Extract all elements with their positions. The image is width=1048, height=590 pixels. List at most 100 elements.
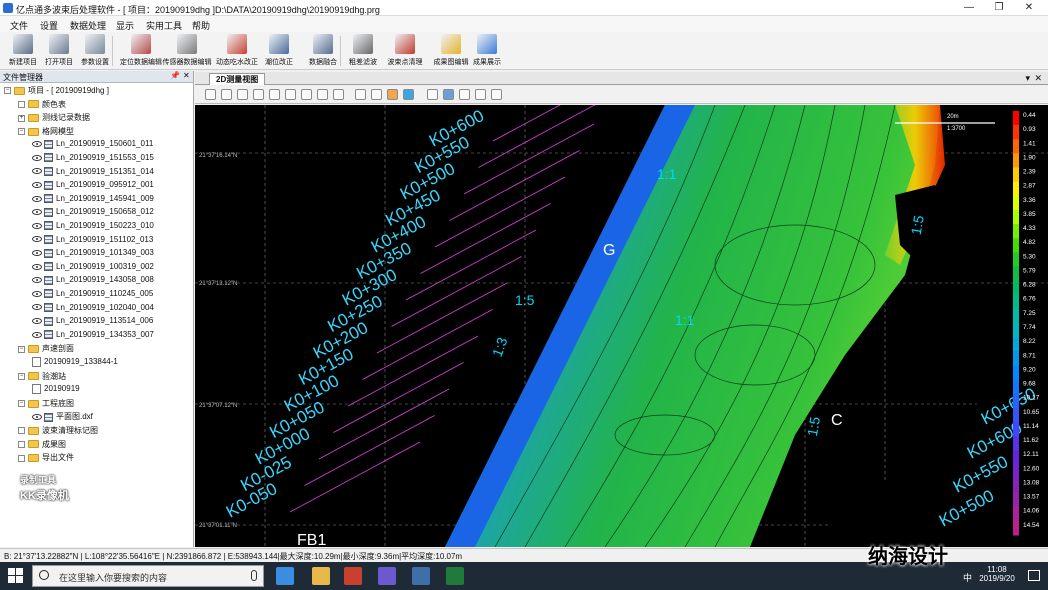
- rotate-icon[interactable]: [301, 89, 312, 100]
- visibility-eye-icon[interactable]: [32, 195, 42, 202]
- minimize-button[interactable]: —: [954, 0, 984, 16]
- expand-toggle-icon[interactable]: −: [18, 128, 25, 136]
- windows-start-icon[interactable]: [8, 568, 24, 584]
- open-project-button[interactable]: 打开项目: [42, 34, 76, 68]
- tree-item[interactable]: 20190919_133844-1: [32, 357, 118, 370]
- sensor-edit-button[interactable]: 传感器数据编辑: [160, 34, 214, 68]
- visibility-eye-icon[interactable]: [32, 182, 42, 189]
- tree-item[interactable]: Ln_20190919_143058_008: [32, 275, 154, 288]
- export-image-icon[interactable]: [475, 89, 486, 100]
- visibility-eye-icon[interactable]: [32, 263, 42, 270]
- clock-time[interactable]: 11:08: [974, 565, 1020, 574]
- tree-item[interactable]: Ln_20190919_145941_009: [32, 194, 154, 207]
- visibility-eye-icon[interactable]: [32, 168, 42, 175]
- select-arrow-icon[interactable]: [355, 89, 366, 100]
- pin-icon[interactable]: 📌: [170, 71, 180, 80]
- taskbar-search[interactable]: 在这里输入你要搜索的内容: [32, 565, 264, 587]
- beam-clean-button[interactable]: 波束点清理: [382, 34, 428, 68]
- expand-toggle-icon[interactable]: [18, 454, 25, 462]
- ime-indicator[interactable]: 中: [963, 571, 972, 584]
- settings-small-icon[interactable]: [491, 89, 502, 100]
- visibility-eye-icon[interactable]: [32, 414, 42, 421]
- close-view-icon[interactable]: ✕: [1034, 73, 1042, 84]
- visibility-eye-icon[interactable]: [32, 141, 42, 148]
- zoom-full-icon[interactable]: [253, 89, 264, 100]
- excel-icon[interactable]: [446, 567, 464, 585]
- tree-item[interactable]: Ln_20190919_150601_011: [32, 139, 153, 152]
- app-multibeam-icon[interactable]: [344, 567, 362, 585]
- tree-item[interactable]: Ln_20190919_151351_014: [32, 167, 154, 180]
- tree-folder[interactable]: − 格网模型: [18, 126, 74, 139]
- app-window-icon[interactable]: [412, 567, 430, 585]
- position-edit-button[interactable]: 定位数据编辑: [118, 34, 164, 68]
- menu-utilities[interactable]: 实用工具: [146, 19, 182, 32]
- tree-item[interactable]: Ln_20190919_151102_013: [32, 235, 153, 248]
- menu-help[interactable]: 帮助: [192, 19, 210, 32]
- tree-item[interactable]: Ln_20190919_113514_006: [32, 316, 153, 329]
- color-icon[interactable]: [403, 89, 414, 100]
- tree-folder[interactable]: 成果图: [18, 439, 66, 452]
- tree-item[interactable]: Ln_20190919_095912_001: [32, 180, 154, 193]
- contour-icon[interactable]: [387, 89, 398, 100]
- tree-folder[interactable]: + 测线记录数据: [18, 112, 90, 125]
- zoom-prev-icon[interactable]: [333, 89, 344, 100]
- visibility-eye-icon[interactable]: [32, 250, 42, 257]
- filter-button[interactable]: 粗差滤波: [346, 34, 380, 68]
- menu-display[interactable]: 显示: [116, 19, 134, 32]
- tide-correction-button[interactable]: 潮位改正: [262, 34, 296, 68]
- result-display-button[interactable]: 成果展示: [470, 34, 504, 68]
- tree-item[interactable]: Ln_20190919_100319_002: [32, 262, 154, 275]
- tree-item[interactable]: Ln_20190919_101349_003: [32, 248, 154, 261]
- maximize-button[interactable]: ❐: [984, 0, 1014, 16]
- task-view-icon[interactable]: [276, 567, 294, 585]
- layer-icon[interactable]: [427, 89, 438, 100]
- tree-item[interactable]: 平面图.dxf: [32, 411, 93, 424]
- expand-toggle-icon[interactable]: [18, 100, 25, 108]
- tree-folder[interactable]: − 验潮站: [18, 371, 66, 384]
- table-view-icon[interactable]: [459, 89, 470, 100]
- map-view[interactable]: K0+600 K0+550 K0+500 K0+450 K0+400 K0+350 K0+3…: [195, 105, 1048, 547]
- paint-icon[interactable]: [378, 567, 396, 585]
- zoom-out-icon[interactable]: [221, 89, 232, 100]
- tree-folder[interactable]: 波束清理标记图: [18, 425, 98, 438]
- menu-data-processing[interactable]: 数据处理: [70, 19, 106, 32]
- tree-item[interactable]: Ln_20190919_134353_007: [32, 330, 154, 343]
- tree-folder[interactable]: − 工程底图: [18, 398, 74, 411]
- tree-item[interactable]: Ln_20190919_110245_005: [32, 289, 153, 302]
- notification-icon[interactable]: [1028, 570, 1040, 581]
- expand-toggle-icon[interactable]: −: [18, 345, 25, 353]
- tree-folder[interactable]: 颜色表: [18, 99, 66, 112]
- tree-folder[interactable]: 导出文件: [18, 452, 74, 465]
- grid-view-icon[interactable]: [443, 89, 454, 100]
- draft-correction-button[interactable]: 动态吃水改正: [214, 34, 260, 68]
- visibility-eye-icon[interactable]: [32, 222, 42, 229]
- tree-item[interactable]: 20190919: [32, 384, 80, 397]
- expand-toggle-icon[interactable]: [18, 440, 25, 448]
- tree-item[interactable]: Ln_20190919_151553_015: [32, 153, 154, 166]
- visibility-eye-icon[interactable]: [32, 290, 42, 297]
- menu-file[interactable]: 文件: [10, 19, 28, 32]
- visibility-eye-icon[interactable]: [32, 304, 42, 311]
- expand-toggle-icon[interactable]: −: [18, 400, 25, 408]
- tree-folder[interactable]: − 项目 - [ 20190919dhg ]: [4, 85, 109, 98]
- tab-2d-view[interactable]: 2D测量视图: [209, 73, 266, 85]
- settings-button[interactable]: 参数设置: [78, 34, 112, 68]
- query-icon[interactable]: [371, 89, 382, 100]
- tree-item[interactable]: Ln_20190919_102040_004: [32, 303, 154, 316]
- visibility-eye-icon[interactable]: [32, 209, 42, 216]
- tree-folder[interactable]: − 声速剖面: [18, 343, 74, 356]
- close-panel-icon[interactable]: ✕: [183, 71, 190, 80]
- result-map-button[interactable]: 成果图编辑: [428, 34, 474, 68]
- data-merge-button[interactable]: 数据融合: [306, 34, 340, 68]
- visibility-eye-icon[interactable]: [32, 331, 42, 338]
- zoom-window-icon[interactable]: [237, 89, 248, 100]
- clock-date[interactable]: 2019/9/20: [974, 574, 1020, 583]
- measure-icon[interactable]: [285, 89, 296, 100]
- visibility-eye-icon[interactable]: [32, 154, 42, 161]
- zoom-in-icon[interactable]: [205, 89, 216, 100]
- close-button[interactable]: ✕: [1014, 0, 1044, 16]
- expand-toggle-icon[interactable]: −: [4, 87, 11, 95]
- tab-dropdown-icon[interactable]: ▾: [1025, 73, 1030, 84]
- refresh-icon[interactable]: [317, 89, 328, 100]
- visibility-eye-icon[interactable]: [32, 318, 42, 325]
